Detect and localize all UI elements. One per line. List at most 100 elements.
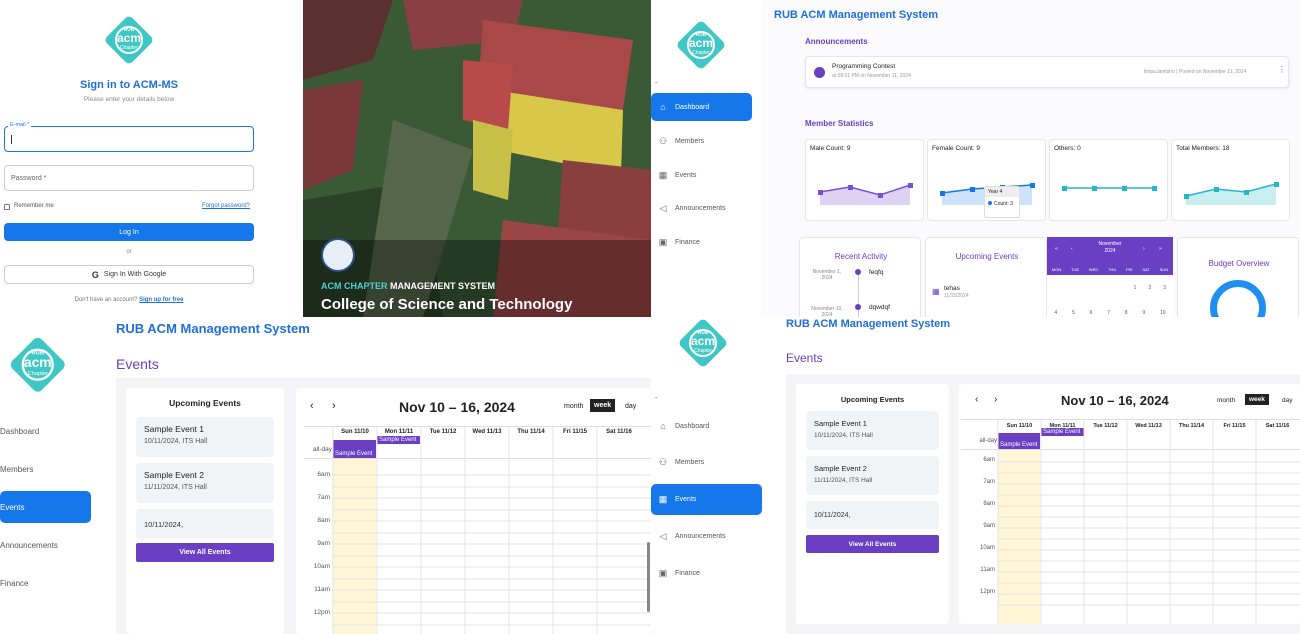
forgot-password-link[interactable]: Forgot password? bbox=[202, 203, 250, 209]
dash-minus: - bbox=[655, 395, 658, 402]
event-item[interactable]: 10/11/2024, bbox=[136, 509, 274, 539]
home-icon: ⌂ bbox=[660, 102, 666, 112]
announcement-card[interactable]: Programming Contest at 08:21 PM on Novem… bbox=[805, 56, 1289, 88]
view-week[interactable]: week bbox=[590, 399, 616, 412]
chart-tooltip: Year 4 Count: 3 bbox=[984, 186, 1020, 218]
app-title: RUB ACM Management System bbox=[786, 318, 951, 330]
sidebar-item-announcements[interactable]: Announcements bbox=[0, 541, 58, 550]
login-panel: RUB acm Chapter Sign in to ACM-MS Please e… bbox=[0, 0, 303, 317]
event-item[interactable]: 10/11/2024, bbox=[806, 501, 939, 529]
event-item[interactable]: Sample Event 2 11/11/2024, ITS Hall bbox=[806, 456, 939, 495]
view-day[interactable]: day bbox=[1282, 397, 1292, 404]
calendar-icon: ▦ bbox=[658, 494, 668, 504]
announcement-meta: limpa.lamtsho | Posted on November 11, 2… bbox=[1144, 69, 1247, 75]
app-title: RUB ACM Management System bbox=[774, 9, 939, 21]
google-icon: G bbox=[91, 269, 99, 280]
total-sparkline bbox=[1184, 182, 1279, 205]
sidebar-item-finance[interactable]: ▣ Finance bbox=[651, 565, 762, 581]
scrollbar[interactable] bbox=[647, 542, 650, 612]
users-icon: ⚇ bbox=[658, 456, 668, 467]
view-day[interactable]: day bbox=[625, 403, 636, 410]
timeline-item: November 10, 2024 dqwdqf bbox=[811, 304, 890, 317]
cal-next-year[interactable]: » bbox=[1159, 246, 1162, 252]
member-stats-title: Member Statistics bbox=[805, 119, 874, 128]
sidebar-item-finance[interactable]: ▣ Finance bbox=[651, 235, 752, 249]
google-signin-button[interactable]: G Sign In With Google bbox=[4, 265, 254, 284]
upcoming-event-item[interactable]: ▦ tehas 11/15/2024 bbox=[932, 285, 1042, 303]
view-month[interactable]: month bbox=[564, 403, 583, 410]
upcoming-events-panel: Upcoming Events Sample Event 1 10/11/202… bbox=[796, 384, 949, 624]
finance-icon: ▣ bbox=[658, 567, 668, 578]
calendar-range: Nov 10 – 16, 2024 bbox=[399, 399, 515, 415]
view-all-events-button[interactable]: View All Events bbox=[806, 535, 939, 553]
event-item[interactable]: Sample Event 2 11/11/2024, ITS Hall bbox=[136, 463, 274, 503]
dash-minus: - bbox=[655, 80, 658, 87]
page-title: Events bbox=[116, 356, 159, 372]
events-panel-left: RUB acm Chapter Dashboard Members Events A… bbox=[0, 317, 651, 634]
recent-activity-title: Recent Activity bbox=[834, 252, 888, 261]
sidebar-item-finance[interactable]: Finance bbox=[0, 579, 28, 588]
megaphone-icon: ◁ bbox=[659, 530, 667, 541]
login-title: Sign in to ACM-MS bbox=[80, 79, 178, 91]
rub-seal bbox=[321, 238, 355, 272]
events-panel-right: RUB acm Chapter - ⌂ Dashboard ⚇ Members ▦ Eve… bbox=[651, 317, 1300, 634]
sidebar-item-members[interactable]: ⚇ Members bbox=[651, 134, 752, 148]
upcoming-title: Upcoming Events bbox=[840, 395, 905, 404]
finance-icon: ▣ bbox=[658, 236, 668, 247]
announcement-title: Programming Contest bbox=[832, 63, 896, 70]
sidebar-item-members[interactable]: Members bbox=[0, 465, 33, 474]
calendar-range: Nov 10 – 16, 2024 bbox=[1061, 393, 1169, 408]
others-sparkline bbox=[1062, 186, 1157, 191]
event-item[interactable]: Sample Event 1 10/11/2024, ITS Hall bbox=[136, 417, 274, 457]
upcoming-events-card: Upcoming Events ▦ tehas 11/15/2024 bbox=[925, 237, 1047, 317]
calendar-panel: ‹ › Nov 10 – 16, 2024 month week day Sun… bbox=[959, 384, 1300, 624]
timeline-item: November 1, 2024 feqfq bbox=[812, 269, 884, 281]
signup-link[interactable]: Sign up for free bbox=[139, 297, 183, 303]
sidebar-item-dashboard[interactable]: ⌂ Dashboard bbox=[651, 418, 762, 434]
sidebar-item-dashboard[interactable]: ⌂ Dashboard bbox=[651, 93, 752, 121]
stat-card-male: Male Count: 9 bbox=[805, 139, 924, 221]
announcements-title: Announcements bbox=[805, 37, 868, 46]
page-title: Events bbox=[786, 351, 823, 365]
acm-logo: RUB acm Chapter bbox=[675, 19, 727, 71]
grid-lines bbox=[997, 420, 1300, 624]
remember-checkbox[interactable] bbox=[4, 204, 10, 210]
cal-next[interactable]: › bbox=[1143, 246, 1145, 252]
sidebar-item-announcements[interactable]: ◁ Announcements bbox=[651, 528, 762, 544]
event-item[interactable]: Sample Event 1 10/11/2024, ITS Hall bbox=[806, 411, 939, 450]
upcoming-title: Upcoming Events bbox=[955, 252, 1019, 261]
next-week-button[interactable]: › bbox=[994, 394, 997, 405]
sidebar-item-events[interactable]: Events bbox=[0, 491, 91, 523]
or-divider: or bbox=[126, 249, 132, 255]
announcement-icon bbox=[814, 67, 825, 78]
email-field[interactable] bbox=[4, 126, 254, 152]
hero-tag-acm: ACM CHAPTER bbox=[321, 281, 388, 291]
megaphone-icon: ◁ bbox=[659, 202, 667, 213]
acm-logo: RUB acm Chapter bbox=[8, 335, 68, 395]
week-grid: Sun 11/10 Mon 11/11 Tue 11/12 Wed 11/13 … bbox=[961, 419, 1300, 624]
sidebar-item-announcements[interactable]: ◁ Announcements bbox=[651, 201, 752, 215]
login-subtitle: Please enter your details below bbox=[83, 96, 175, 103]
more-icon[interactable]: ⋮ bbox=[1278, 65, 1286, 74]
stat-card-female: Female Count: 9 Year 4 Count: 3 bbox=[927, 139, 1046, 221]
campus-illustration bbox=[303, 0, 651, 317]
next-week-button[interactable]: › bbox=[332, 400, 336, 412]
login-button[interactable]: Log In bbox=[4, 223, 254, 241]
dashboard-panel: RUB acm Chapter - ⌂ Dashboard ⚇ Members ▦ Eve… bbox=[651, 0, 1300, 317]
prev-week-button[interactable]: ‹ bbox=[975, 394, 978, 405]
email-label: E-mail * bbox=[8, 122, 32, 128]
app-title: RUB ACM Management System bbox=[116, 321, 310, 336]
sidebar-item-events[interactable]: ▦ Events bbox=[651, 168, 752, 182]
stat-card-others: Others: 0 bbox=[1049, 139, 1168, 221]
view-month[interactable]: month bbox=[1217, 397, 1235, 404]
sidebar-item-members[interactable]: ⚇ Members bbox=[651, 454, 762, 470]
users-icon: ⚇ bbox=[658, 135, 668, 146]
password-field[interactable]: Password * bbox=[4, 165, 254, 191]
sidebar-item-events[interactable]: ▦ Events bbox=[651, 484, 762, 515]
view-all-events-button[interactable]: View All Events bbox=[136, 543, 274, 562]
prev-week-button[interactable]: ‹ bbox=[310, 400, 314, 412]
announcement-time: at 08:21 PM on November 11, 2024 bbox=[832, 73, 911, 79]
sidebar-item-dashboard[interactable]: Dashboard bbox=[0, 427, 39, 436]
view-week[interactable]: week bbox=[1245, 394, 1269, 405]
budget-overview-card: Budget Overview bbox=[1177, 237, 1299, 317]
